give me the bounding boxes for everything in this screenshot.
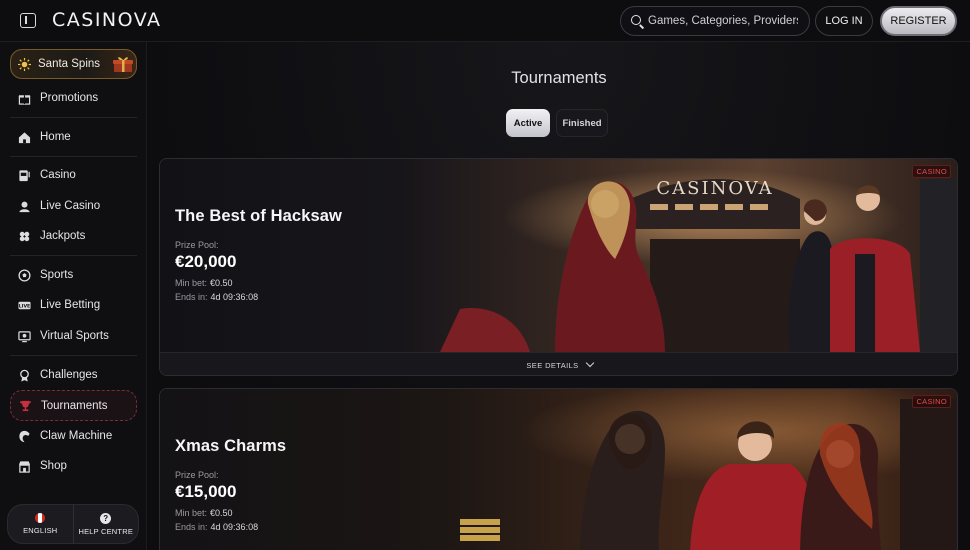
login-button[interactable]: LOG IN bbox=[815, 6, 873, 36]
language-selector[interactable]: ENGLISH bbox=[8, 505, 74, 543]
min-bet-label: Min bet: bbox=[175, 278, 208, 288]
gift-box-icon bbox=[113, 57, 133, 72]
sidebar-item-claw-machine[interactable]: Claw Machine bbox=[10, 422, 137, 450]
sidebar-item-label: Sports bbox=[40, 269, 74, 281]
live-icon: LIVE bbox=[18, 299, 31, 312]
sidebar-item-jackpots[interactable]: Jackpots bbox=[10, 222, 137, 250]
tournament-card[interactable]: CASINOVA CASINO The Best of Hacksaw Priz… bbox=[159, 158, 958, 376]
svg-text:LIVE: LIVE bbox=[19, 303, 30, 309]
register-button[interactable]: REGISTER bbox=[880, 6, 957, 36]
home-icon bbox=[18, 131, 31, 144]
min-bet-row: Min bet: €0.50 bbox=[175, 508, 286, 518]
tab-active[interactable]: Active bbox=[506, 109, 550, 137]
sidebar-item-santa-spins[interactable]: Santa Spins bbox=[10, 49, 137, 79]
clover-icon bbox=[18, 230, 31, 243]
sidebar-item-label: Jackpots bbox=[40, 230, 86, 242]
sidebar-item-label: Virtual Sports bbox=[40, 330, 109, 342]
language-label: ENGLISH bbox=[23, 526, 58, 535]
sidebar-item-label: Live Betting bbox=[40, 299, 101, 311]
svg-text:CASINOVA: CASINOVA bbox=[656, 178, 773, 199]
casinova-logo[interactable]: CASINOVA bbox=[52, 9, 162, 31]
sidebar-item-live-betting[interactable]: LIVE Live Betting bbox=[10, 291, 137, 319]
min-bet-row: Min bet: €0.50 bbox=[175, 278, 342, 288]
tab-finished[interactable]: Finished bbox=[556, 109, 608, 137]
sidebar-item-label: Home bbox=[40, 131, 71, 143]
min-bet-value: €0.50 bbox=[210, 508, 233, 518]
prize-pool-value: €15,000 bbox=[175, 482, 237, 501]
tournament-info: Xmas Charms Prize Pool: €15,000 Min bet:… bbox=[175, 437, 286, 532]
sidebar-divider bbox=[10, 156, 137, 157]
main-content: Tournaments Active Finished CASINOVA CAS… bbox=[148, 42, 970, 550]
sidebar-item-challenges[interactable]: Challenges bbox=[10, 361, 137, 389]
search-input[interactable] bbox=[648, 15, 798, 27]
sun-icon bbox=[18, 57, 31, 71]
sidebar-item-tournaments[interactable]: Tournaments bbox=[10, 390, 137, 421]
sidebar-item-label: Live Casino bbox=[40, 200, 101, 212]
chevron-down-icon bbox=[585, 358, 594, 368]
search-bar[interactable] bbox=[620, 6, 810, 36]
min-bet-label: Min bet: bbox=[175, 508, 208, 518]
sidebar-item-promotions[interactable]: Promotions bbox=[10, 84, 137, 112]
tournament-tabs: Active Finished bbox=[506, 109, 608, 137]
sidebar-item-live-casino[interactable]: Live Casino bbox=[10, 192, 137, 220]
shop-icon bbox=[18, 460, 31, 473]
sidebar-item-label: Claw Machine bbox=[40, 430, 113, 442]
ends-in-label: Ends in: bbox=[175, 292, 208, 302]
ends-in-value: 4d 09:36:08 bbox=[210, 522, 259, 532]
see-details-label: SEE DETAILS bbox=[526, 360, 579, 370]
ends-in-label: Ends in: bbox=[175, 522, 208, 532]
sidebar-divider bbox=[10, 355, 137, 356]
canada-flag-icon bbox=[35, 513, 46, 523]
question-icon: ? bbox=[100, 512, 112, 524]
page-title: Tournaments bbox=[511, 69, 607, 87]
ends-in-row: Ends in: 4d 09:36:08 bbox=[175, 292, 342, 302]
top-header: CASINOVA LOG IN REGISTER bbox=[0, 0, 970, 42]
tournament-info: The Best of Hacksaw Prize Pool: €20,000 … bbox=[175, 207, 342, 302]
tournament-name: The Best of Hacksaw bbox=[175, 207, 342, 225]
category-tag: CASINO bbox=[912, 395, 951, 408]
ends-in-row: Ends in: 4d 09:36:08 bbox=[175, 522, 286, 532]
medal-icon bbox=[18, 369, 31, 382]
sidebar-divider bbox=[10, 255, 137, 256]
sidebar-item-sports[interactable]: Sports bbox=[10, 261, 137, 289]
sidebar-item-label: Challenges bbox=[40, 369, 98, 381]
sidebar: Santa Spins Promotions Home Casino Live … bbox=[0, 42, 147, 550]
sidebar-item-virtual-sports[interactable]: Virtual Sports bbox=[10, 322, 137, 350]
prize-pool-label: Prize Pool: bbox=[175, 470, 219, 480]
trophy-icon bbox=[19, 399, 32, 412]
slot-machine-icon bbox=[18, 169, 31, 182]
prize-pool-label: Prize Pool: bbox=[175, 240, 219, 250]
category-tag: CASINO bbox=[912, 165, 951, 178]
sidebar-item-label: Promotions bbox=[40, 92, 99, 104]
soccer-ball-icon bbox=[18, 268, 31, 282]
tournament-name: Xmas Charms bbox=[175, 437, 287, 455]
min-bet-value: €0.50 bbox=[210, 278, 233, 288]
dealer-icon bbox=[18, 200, 31, 213]
sidebar-item-shop[interactable]: Shop bbox=[10, 452, 137, 480]
see-details-button[interactable]: SEE DETAILS bbox=[160, 352, 957, 375]
sidebar-item-label: Shop bbox=[40, 460, 67, 472]
ends-in-value: 4d 09:36:08 bbox=[210, 292, 259, 302]
search-icon bbox=[629, 13, 645, 29]
sidebar-item-label: Tournaments bbox=[41, 399, 108, 412]
claw-icon bbox=[18, 430, 31, 443]
sidebar-divider bbox=[10, 117, 137, 118]
app-root: CASINOVA LOG IN REGISTER Santa Spins Pro… bbox=[0, 0, 970, 550]
sidebar-item-home[interactable]: Home bbox=[10, 123, 137, 151]
prize-pool-value: €20,000 bbox=[175, 252, 237, 271]
gift-icon bbox=[18, 92, 31, 105]
sidebar-bottom-bar: ENGLISH ? HELP CENTRE bbox=[7, 504, 139, 544]
virtual-sports-icon bbox=[18, 330, 31, 343]
sidebar-item-label: Santa Spins bbox=[38, 58, 101, 70]
help-centre-label: HELP CENTRE bbox=[78, 526, 134, 536]
sidebar-item-casino[interactable]: Casino bbox=[10, 161, 137, 189]
sidebar-item-label: Casino bbox=[40, 169, 76, 181]
tournament-card[interactable]: CASINO Xmas Charms Prize Pool: €15,000 M… bbox=[159, 388, 958, 550]
help-centre-button[interactable]: ? HELP CENTRE bbox=[74, 505, 139, 543]
sidebar-toggle-icon[interactable] bbox=[20, 13, 36, 28]
